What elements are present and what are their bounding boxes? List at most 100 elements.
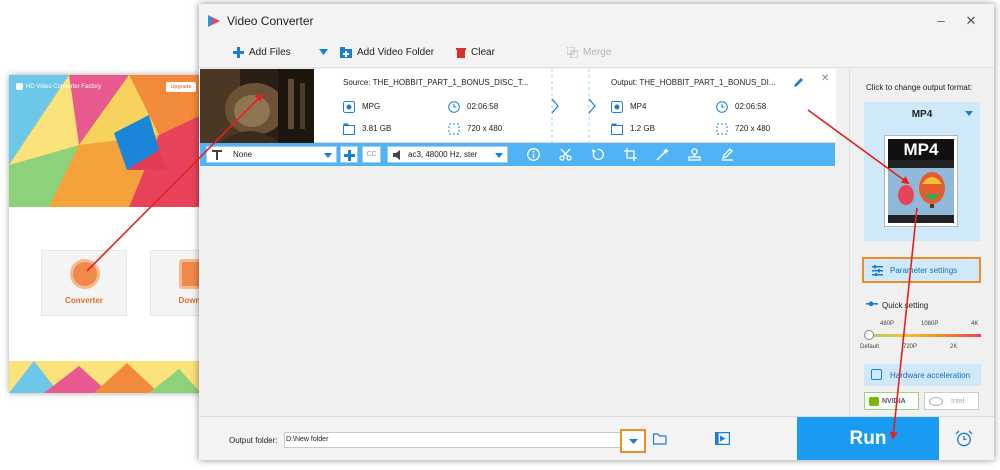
- converter-icon: [70, 259, 100, 289]
- output-format-name: MP4: [911, 109, 933, 120]
- merge-button[interactable]: Merge: [567, 45, 611, 61]
- format-icon: [611, 101, 623, 113]
- clear-label: Clear: [471, 47, 495, 58]
- minimize-button[interactable]: –: [931, 12, 951, 30]
- file-edit-bar: None CC ac3, 48000 Hz, ster: [200, 143, 835, 166]
- quick-setting-label: Quick setting: [882, 301, 929, 310]
- parameter-settings-label: Parameter settings: [890, 266, 958, 275]
- plus-icon: [233, 46, 244, 58]
- add-files-label: Add Files: [249, 47, 291, 58]
- subtitle-edit-icon[interactable]: [721, 148, 734, 161]
- subtitle-select[interactable]: None: [206, 146, 337, 163]
- clock-icon: [716, 101, 728, 113]
- change-format-label: Click to change output format:: [866, 83, 973, 92]
- mp4-format-icon: MP4: [884, 135, 958, 227]
- add-video-folder-button[interactable]: Add Video Folder: [340, 45, 434, 61]
- quality-slider-track[interactable]: [868, 334, 981, 337]
- close-button[interactable]: ✕: [961, 12, 981, 30]
- downloader-icon: [179, 259, 201, 289]
- quality-4k-label: 4K: [971, 321, 979, 327]
- title-bar: Video Converter – ✕: [199, 4, 994, 38]
- output-duration: 02:06:58: [735, 102, 767, 111]
- chevron-down-icon: [319, 49, 328, 56]
- output-size: 1.2 GB: [630, 124, 655, 133]
- watermark-stamp-icon[interactable]: [688, 148, 701, 161]
- open-folder-icon[interactable]: [653, 433, 667, 445]
- output-format: MP4: [630, 102, 647, 111]
- mp4-art-label: MP4: [888, 139, 954, 160]
- output-format-selector[interactable]: MP4 MP4: [864, 102, 980, 241]
- alarm-clock-icon[interactable]: [955, 430, 973, 447]
- output-settings-panel: Click to change output format: MP4 MP4 P…: [849, 68, 994, 417]
- cc-button[interactable]: CC: [362, 146, 381, 163]
- merge-icon: [567, 46, 578, 58]
- main-window: Video Converter – ✕ Add Files Add Video …: [199, 4, 994, 460]
- downloader-tile[interactable]: Downlo: [150, 250, 201, 316]
- intel-button[interactable]: Intel: [924, 392, 979, 410]
- source-filename: Source: THE_HOBBIT_PART_1_BONUS_DISC_T..…: [343, 78, 529, 87]
- plus-icon: [344, 150, 355, 161]
- downloader-label: Downlo: [178, 296, 201, 305]
- folder-icon: [343, 123, 355, 135]
- converter-label: Converter: [65, 296, 103, 305]
- output-folder-input[interactable]: D:\New folder: [284, 432, 642, 448]
- audio-track-select[interactable]: ac3, 48000 Hz, ster: [387, 146, 508, 163]
- video-folder-icon[interactable]: [715, 432, 730, 445]
- app-logo-icon: [208, 15, 220, 27]
- add-files-dropdown[interactable]: [319, 45, 333, 61]
- rotate-icon[interactable]: [591, 148, 604, 161]
- format-icon: [343, 101, 355, 113]
- hardware-acceleration-toggle[interactable]: Hardware acceleration: [864, 364, 981, 386]
- quality-default-label: Default: [860, 344, 880, 350]
- hardware-chip-icon: [871, 369, 882, 380]
- nvidia-logo-icon: [869, 397, 879, 406]
- crop-icon[interactable]: [624, 148, 637, 161]
- folder-icon: [611, 123, 623, 135]
- convert-direction-icon: [551, 69, 596, 143]
- video-thumbnail[interactable]: [200, 69, 314, 143]
- source-size: 3.81 GB: [362, 124, 392, 133]
- output-folder-dropdown[interactable]: [620, 429, 646, 453]
- quality-1080p-label: 1080P: [921, 321, 939, 327]
- add-files-button[interactable]: Add Files: [233, 45, 291, 61]
- info-icon[interactable]: [527, 148, 540, 161]
- source-format: MPG: [362, 102, 381, 111]
- launcher-window: HD Video Converter Factory Upgrade Conve…: [9, 75, 201, 393]
- clock-icon: [448, 101, 460, 113]
- add-video-folder-label: Add Video Folder: [357, 47, 435, 58]
- nvidia-button[interactable]: NVIDIA: [864, 392, 919, 410]
- clear-button[interactable]: Clear: [456, 45, 495, 61]
- nvidia-label: NVIDIA: [882, 398, 906, 405]
- quality-slider-thumb[interactable]: [864, 330, 874, 340]
- output-filename: Output: THE_HOBBIT_PART_1_BONUS_DI...: [611, 78, 776, 87]
- hardware-acceleration-label: Hardware acceleration: [890, 371, 971, 380]
- chevron-down-icon: [495, 153, 503, 158]
- chevron-down-icon: [629, 439, 638, 444]
- chevron-down-icon: [965, 111, 973, 116]
- balloon-art-icon: [888, 160, 954, 223]
- add-subtitle-button[interactable]: [340, 146, 358, 163]
- launcher-bottom-graphic: [9, 361, 201, 393]
- launcher-logo-icon: [16, 83, 23, 90]
- upgrade-button[interactable]: Upgrade: [166, 82, 196, 92]
- text-t-icon: [212, 150, 222, 160]
- toolbar: Add Files Add Video Folder Clear Merge: [199, 38, 994, 68]
- scissors-icon[interactable]: [559, 148, 572, 161]
- parameter-settings-button[interactable]: Parameter settings: [862, 257, 981, 283]
- edit-pencil-icon[interactable]: [793, 76, 805, 88]
- output-folder-label: Output folder:: [229, 436, 278, 445]
- audio-track-value: ac3, 48000 Hz, ster: [408, 150, 478, 159]
- file-row[interactable]: Source: THE_HOBBIT_PART_1_BONUS_DISC_T..…: [199, 69, 836, 143]
- intel-label: Intel: [951, 398, 965, 405]
- chevron-down-icon: [324, 153, 332, 158]
- sliders-icon: [872, 265, 883, 276]
- launcher-title: HD Video Converter Factory: [26, 84, 102, 90]
- output-resolution: 720 x 480: [735, 124, 771, 133]
- quality-720p-label: 720P: [903, 344, 918, 350]
- speaker-icon: [393, 150, 400, 160]
- converter-tile[interactable]: Converter: [41, 250, 127, 316]
- run-button[interactable]: Run: [797, 417, 939, 460]
- effects-wand-icon[interactable]: [656, 148, 669, 161]
- remove-file-icon[interactable]: ✕: [821, 74, 829, 84]
- resolution-icon: [448, 123, 460, 135]
